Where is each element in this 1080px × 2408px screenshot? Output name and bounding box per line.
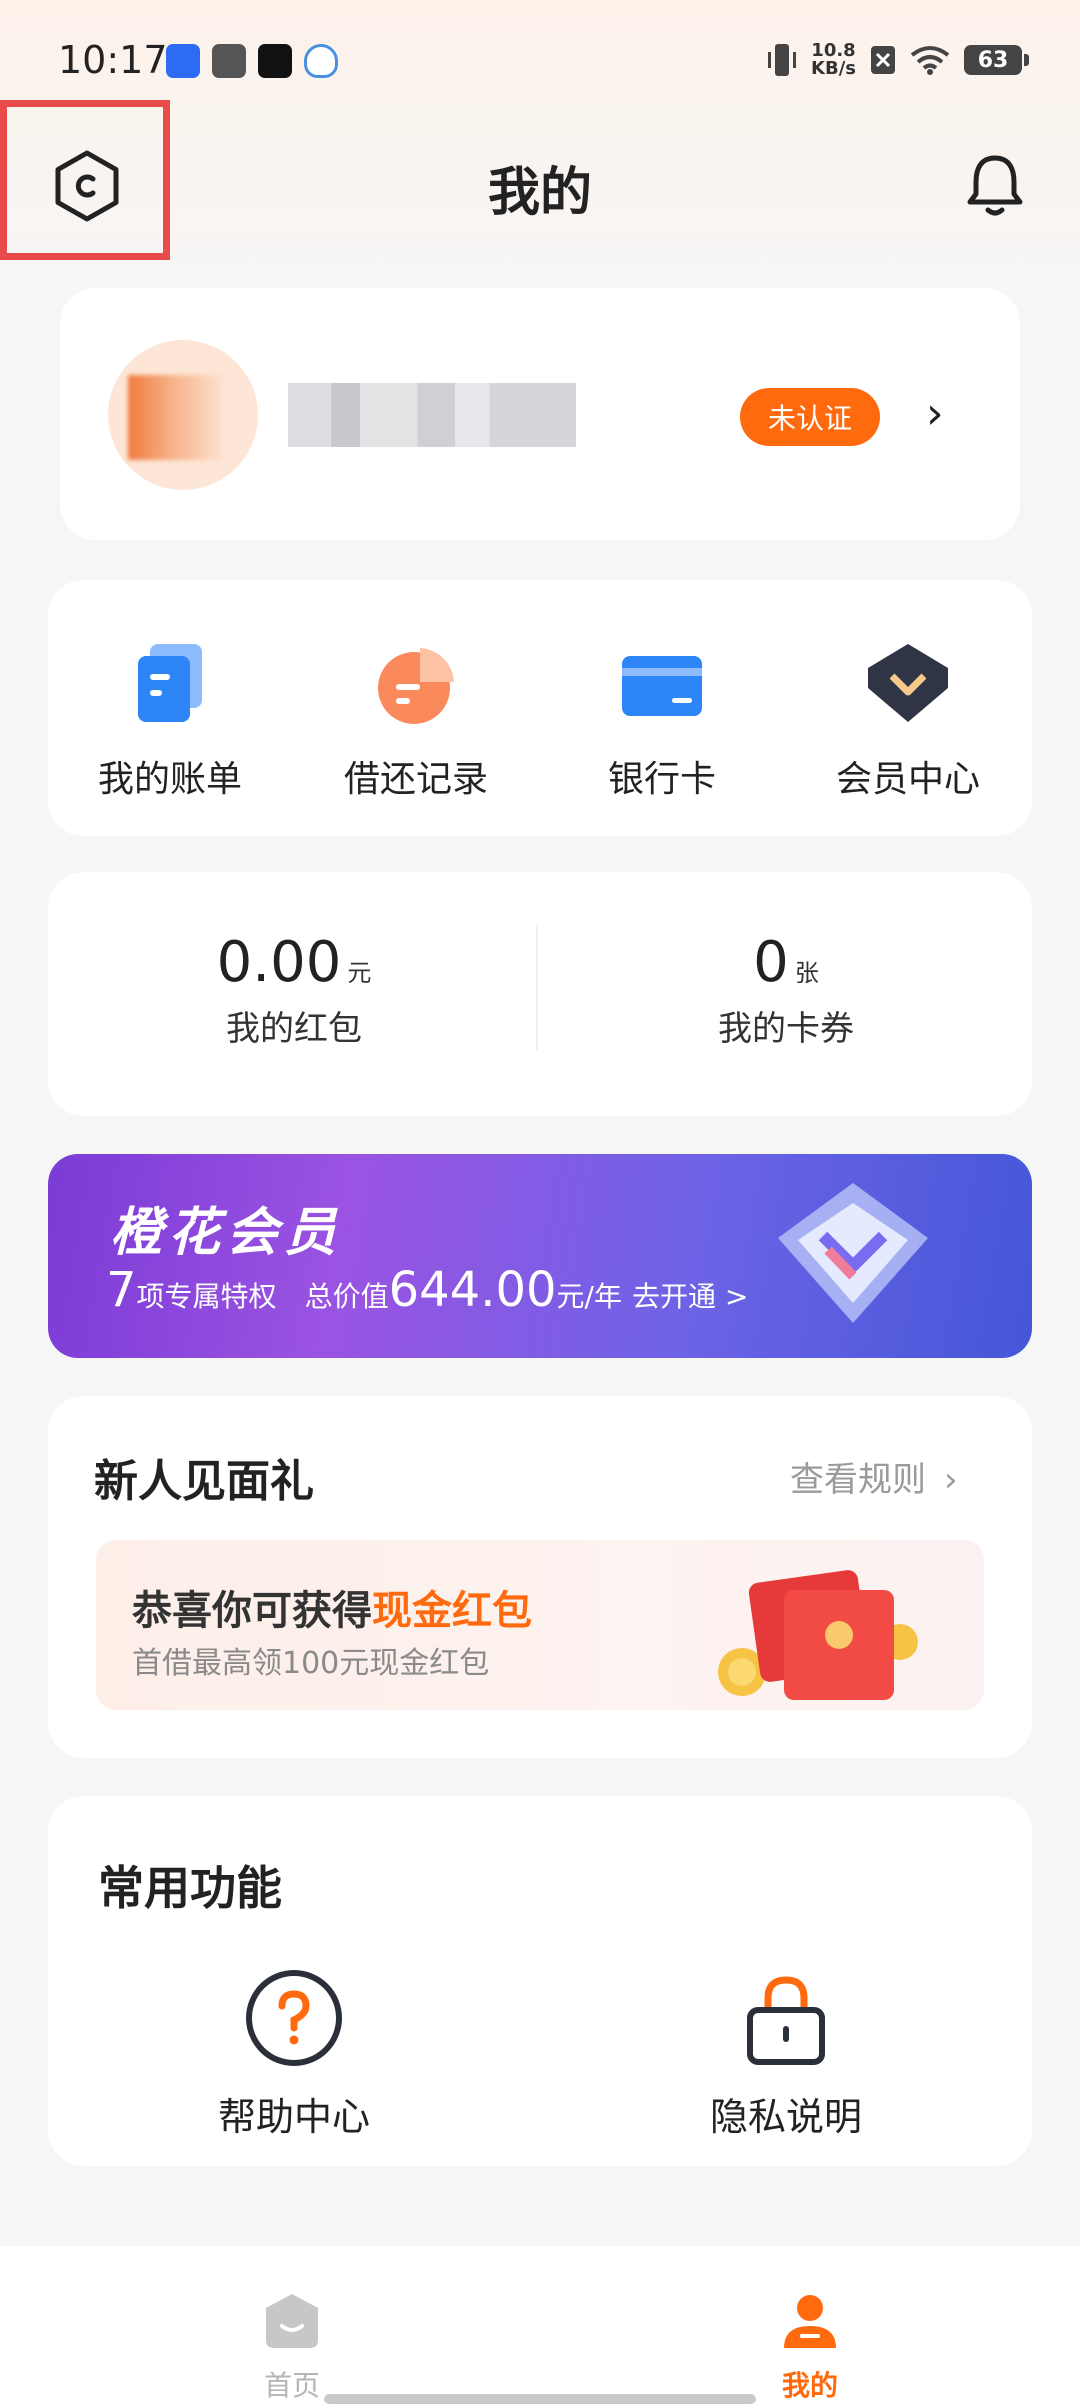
gift-desc: 首借最高领100元现金红包 <box>132 1646 490 1681</box>
status-time: 10:17 <box>58 38 168 82</box>
app-notification-icon <box>166 44 200 78</box>
bottom-nav <box>0 2246 1080 2408</box>
quick-menu-bill[interactable]: 我的账单 <box>50 638 290 802</box>
help-icon <box>246 1970 342 2066</box>
gift-title: 新人见面礼 <box>94 1456 314 1507</box>
user-name-blurred <box>288 383 576 447</box>
vip-diamond-icon <box>778 1183 928 1323</box>
help-center[interactable]: 帮助中心 <box>144 1966 444 2141</box>
home-icon <box>266 2294 318 2348</box>
home-indicator <box>324 2394 756 2404</box>
chevron-right-icon[interactable]: › <box>926 388 944 439</box>
bell-icon[interactable] <box>960 148 1030 220</box>
nav-mine[interactable]: 我的 <box>710 2290 910 2404</box>
lock-icon <box>747 1976 825 2065</box>
vip-open-link[interactable]: 去开通 > <box>632 1275 748 1315</box>
bill-icon <box>138 644 202 722</box>
status-right: 10.8 KB/s 63 <box>767 40 1029 80</box>
view-rules-link[interactable]: 查看规则 › <box>790 1452 958 1501</box>
vibrate-icon <box>768 44 797 76</box>
gift-main-text: 恭喜你可获得现金红包 <box>132 1588 532 1634</box>
common-functions-title: 常用功能 <box>98 1861 282 1915</box>
avatar[interactable] <box>108 340 258 490</box>
battery-icon: 63 <box>964 45 1029 75</box>
quick-menu-records[interactable]: 借还记录 <box>296 638 536 802</box>
record-pie-icon <box>378 648 454 724</box>
tiktok-icon <box>258 44 292 78</box>
quick-menu-vip-center[interactable]: 会员中心 <box>788 638 1028 802</box>
my-coupons[interactable]: 0张 我的卡券 <box>576 930 996 1050</box>
net-speed: 10.8 KB/s <box>811 40 856 79</box>
nav-home[interactable]: 首页 <box>192 2290 392 2404</box>
privacy-statement[interactable]: 隐私说明 <box>636 1966 936 2141</box>
verification-status-badge[interactable]: 未认证 <box>740 388 880 446</box>
qq-icon <box>304 44 338 78</box>
my-red-packet[interactable]: 0.00 元 我的红包 <box>84 930 504 1050</box>
page-title: 我的 <box>487 163 592 223</box>
vip-subtitle: 7 项专属特权 总价值 644.00 元/年 去开通 > <box>106 1262 749 1318</box>
bank-card-icon <box>622 656 702 716</box>
vip-center-icon <box>868 644 948 722</box>
divider <box>536 925 538 1050</box>
mail-icon <box>212 44 246 78</box>
wifi-icon <box>910 46 950 75</box>
vip-title: 橙花会员 <box>110 1203 343 1263</box>
quick-menu-bank-card[interactable]: 银行卡 <box>542 638 782 802</box>
no-sim-icon <box>871 46 895 74</box>
profile-icon <box>784 2295 836 2348</box>
red-packet-icon <box>718 1570 918 1700</box>
